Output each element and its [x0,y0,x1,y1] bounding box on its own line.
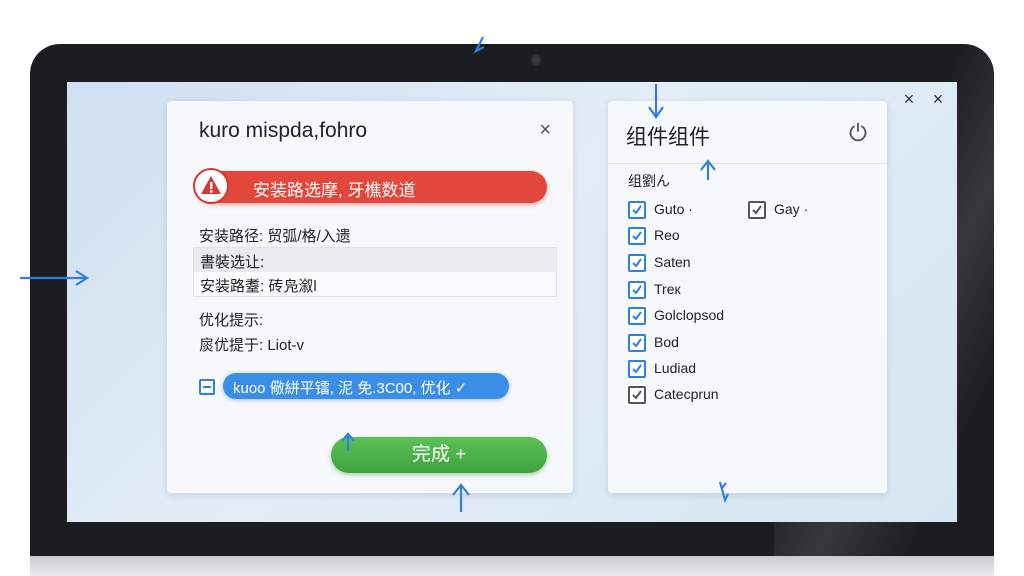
checkbox-label: Reo [654,227,680,243]
screen-close-button-b[interactable]: × [929,90,947,108]
error-message: 安装路选摩, 牙樵数道 [253,181,416,200]
checkbox-label: Catecprun [654,386,719,402]
power-icon[interactable] [847,121,869,143]
checkbox-label: Treк [654,281,681,297]
components-panel: 组件组件 组劉ん Guto · Gay · Reo Saten Treк Golclops… [608,101,887,493]
checkbox-icon[interactable] [628,227,646,245]
optimize-label: 优化提示: [199,312,264,329]
option-checkbox[interactable] [199,379,215,395]
warning-icon [193,168,229,204]
screen-close-button-a[interactable]: × [900,90,918,108]
monitor-bezel: × × kuro mispda,fohro × 安装路选摩, 牙樵数道 安装路径… [30,44,994,576]
checkbox-icon[interactable] [628,201,646,219]
dialog-close-button[interactable]: × [539,119,551,142]
panel-title: 组件组件 [626,126,710,149]
arrow-icon [718,481,729,504]
install-option-row[interactable]: 書裝选让: [200,251,264,272]
optimize-pill-label: kuoo 儆絣平镭, 泥 免.3C00, 优化 ✓ [233,380,468,397]
checkbox-icon[interactable] [628,334,646,352]
checkbox-label: Golclopsod [654,307,725,323]
install-path-row[interactable]: 安装路耋: 砖凫溆l [200,275,317,296]
install-options-box[interactable]: 書裝选让: 安装路耋: 砖凫溆l [193,247,557,297]
checkbox-icon[interactable] [628,254,646,272]
checkbox-icon[interactable] [628,307,646,325]
panel-subheading: 组劉ん [628,173,670,189]
arrow-icon [20,270,90,286]
error-banner: 安装路选摩, 牙樵数道 [193,168,547,204]
checkbox-icon[interactable] [628,360,646,378]
arrow-icon [700,159,716,180]
webcam [530,54,542,66]
checkbox-icon[interactable] [628,281,646,299]
arrow-icon [473,36,485,54]
optimize-pill[interactable]: kuoo 儆絣平镭, 泥 免.3C00, 优化 ✓ [223,373,509,399]
checkbox-label: Ludiad [654,360,697,376]
install-path-line: 安装路径: 贸弧/格/入遗 [199,228,351,245]
checkbox-label: Saten [654,254,691,270]
checkbox-label: Bod [654,334,679,350]
checkbox-icon[interactable] [748,201,766,219]
finish-button[interactable]: 完成 + [331,437,547,473]
checkbox-label: Guto · [654,201,693,217]
screen: × × kuro mispda,fohro × 安装路选摩, 牙樵数道 安装路径… [67,82,957,522]
monitor-stand [30,556,994,576]
optimize-option[interactable]: kuoo 儆絣平镭, 泥 免.3C00, 优化 ✓ [199,373,511,399]
optimize-line[interactable]: 扊优提于: Liot-v [199,334,304,355]
arrow-icon [648,84,664,119]
installer-dialog: kuro mispda,fohro × 安装路选摩, 牙樵数道 安装路径: 贸弧… [167,101,573,493]
panel-divider [608,163,887,164]
arrow-icon [341,432,355,451]
dialog-title: kuro mispda,fohro [199,119,368,142]
checkbox-label: Gay · [774,201,809,217]
arrow-icon [452,483,470,512]
checkbox-icon[interactable] [628,386,646,404]
